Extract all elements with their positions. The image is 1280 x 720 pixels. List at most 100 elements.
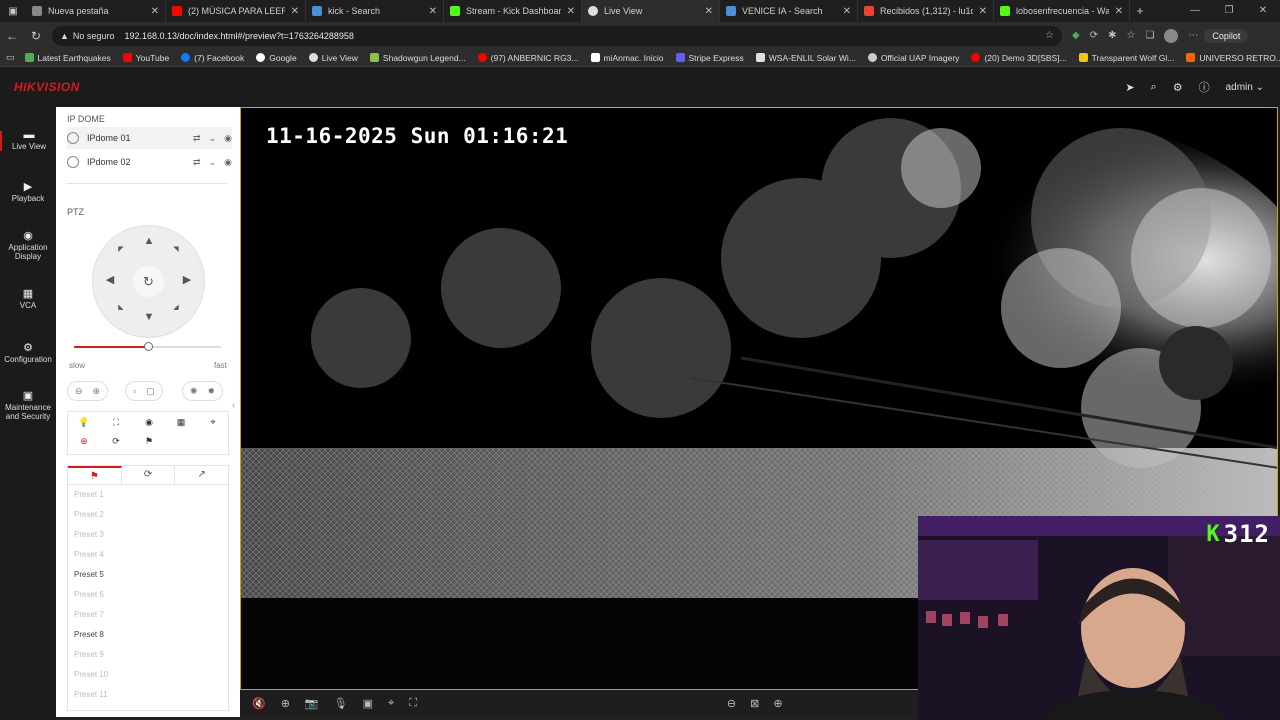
- info-icon[interactable]: ⓘ: [1199, 79, 1210, 95]
- settings-icon[interactable]: ⚙: [1173, 81, 1183, 94]
- browser-tab[interactable]: Nueva pestaña ✕: [26, 0, 166, 22]
- arrow-down-left-icon[interactable]: ◣: [114, 303, 128, 311]
- close-icon[interactable]: ✕: [1115, 6, 1123, 17]
- bookmark[interactable]: Transparent Wolf Gl...: [1078, 53, 1174, 63]
- preset-item[interactable]: Preset 10: [68, 665, 228, 685]
- zoom-in-icon[interactable]: ⊕: [93, 386, 101, 397]
- mute-icon[interactable]: 🔇: [252, 697, 266, 710]
- url-field[interactable]: ▲ No seguro 192.168.0.13/doc/index.html#…: [52, 25, 1062, 46]
- refresh-icon[interactable]: ⟳: [108, 436, 124, 447]
- browser-tab[interactable]: Recibidos (1,312) - lu1dmx ✕: [858, 0, 994, 22]
- snapshot-icon[interactable]: 📷: [305, 697, 319, 710]
- extension-icon[interactable]: ✱: [1108, 30, 1116, 41]
- lens-init-icon[interactable]: ⌖: [205, 417, 221, 428]
- zoom-area-icon[interactable]: ⊕: [76, 436, 92, 447]
- favorite-star-icon[interactable]: ☆: [1045, 30, 1054, 41]
- preset-item[interactable]: Preset 8: [68, 625, 228, 645]
- bookmark[interactable]: Live View: [308, 53, 358, 63]
- digital-zoom-icon[interactable]: ⊕: [281, 697, 290, 710]
- grid-icon[interactable]: ▦: [173, 417, 189, 428]
- previous-icon[interactable]: ⊖: [727, 697, 736, 710]
- shield-extension-icon[interactable]: ◆: [1072, 30, 1080, 41]
- tab-pattern[interactable]: ↗: [175, 466, 228, 484]
- speed-slider[interactable]: [74, 342, 221, 351]
- browser-tab[interactable]: lobosenfrecuencia - Watch ✕: [994, 0, 1130, 22]
- wiper-icon[interactable]: ◉: [141, 417, 157, 428]
- focus-near-icon[interactable]: ▫: [133, 386, 136, 396]
- close-icon[interactable]: ✕: [291, 6, 299, 17]
- record-icon[interactable]: ◉: [224, 157, 232, 168]
- nav-configuration[interactable]: ⚙ Configuration: [0, 343, 56, 365]
- preset-item[interactable]: Preset 6: [68, 585, 228, 605]
- bookmark[interactable]: miAnmac. Inicio: [590, 53, 664, 63]
- browser-tab[interactable]: kick - Search ✕: [306, 0, 444, 22]
- reading-icon[interactable]: ▭: [6, 52, 15, 63]
- bookmark[interactable]: (20) Demo 3D[SBS]...: [971, 53, 1067, 63]
- back-icon[interactable]: ←: [0, 29, 24, 43]
- bookmark[interactable]: Google: [256, 53, 297, 63]
- fullscreen-area-icon[interactable]: ⛶: [409, 697, 417, 710]
- close-icon[interactable]: ✕: [567, 6, 575, 17]
- iris-close-icon[interactable]: ✹: [208, 386, 216, 397]
- nav-playback[interactable]: ▶ Playback: [0, 182, 56, 204]
- arrow-up-right-icon[interactable]: ◥: [169, 245, 183, 253]
- auto-rotate-icon[interactable]: ↻: [133, 266, 164, 297]
- send-icon[interactable]: ➤: [1125, 81, 1134, 94]
- microphone-icon[interactable]: 🎙: [334, 697, 348, 710]
- browser-tab[interactable]: Stream - Kick Dashboard ✕: [444, 0, 582, 22]
- next-icon[interactable]: ⊕: [773, 697, 782, 710]
- nav-live-view[interactable]: ▬ Live View: [0, 130, 56, 151]
- preset-item[interactable]: Preset 3: [68, 525, 228, 545]
- focus-far-icon[interactable]: ▢: [146, 386, 155, 397]
- tab-actions-icon[interactable]: ▣: [0, 6, 26, 17]
- chevron-down-icon[interactable]: ⌄: [209, 133, 217, 144]
- minimize-icon[interactable]: —: [1178, 0, 1212, 22]
- bookmark[interactable]: UNIVERSO RETRO...: [1186, 53, 1280, 63]
- close-icon[interactable]: ✕: [705, 6, 713, 17]
- nav-vca[interactable]: ▦ VCA: [0, 289, 56, 311]
- tab-patrol[interactable]: ⟳: [122, 466, 176, 484]
- bookmark[interactable]: (97) ANBERNIC RG3...: [477, 53, 579, 63]
- stop-icon[interactable]: ⊠: [750, 697, 759, 710]
- bookmark[interactable]: (7) Facebook: [181, 53, 244, 63]
- bookmark[interactable]: WSA-ENLIL Solar Wi...: [755, 53, 856, 63]
- favorites-icon[interactable]: ☆: [1126, 30, 1135, 41]
- profile-avatar[interactable]: [1164, 28, 1179, 43]
- zoom-out-icon[interactable]: ⊖: [75, 386, 83, 397]
- tab-presets[interactable]: ⚑: [68, 466, 122, 484]
- speed-knob[interactable]: [143, 342, 153, 351]
- focus-area-icon[interactable]: ⌖: [388, 697, 394, 710]
- close-icon[interactable]: ✕: [429, 6, 437, 17]
- arrow-down-right-icon[interactable]: ◢: [169, 303, 183, 311]
- browser-tab[interactable]: (2) MÚSICA PARA LEER TER ✕: [166, 0, 306, 22]
- bookmark[interactable]: Latest Earthquakes: [24, 53, 111, 63]
- nav-application-display[interactable]: ◉ Application Display: [0, 231, 56, 262]
- close-icon[interactable]: ✕: [979, 6, 987, 17]
- camera-item[interactable]: IPdome 02 ⇄ ⌄ ◉: [67, 151, 232, 173]
- iris-open-icon[interactable]: ✺: [190, 386, 198, 397]
- arrow-down-icon[interactable]: ▼: [142, 311, 156, 323]
- preset-item[interactable]: Preset 11: [68, 685, 228, 705]
- preset-item[interactable]: Preset 7: [68, 605, 228, 625]
- arrow-up-left-icon[interactable]: ◤: [114, 245, 128, 253]
- refresh-extension-icon[interactable]: ⟳: [1090, 30, 1098, 41]
- arrow-right-icon[interactable]: ▶: [180, 273, 194, 286]
- search-icon[interactable]: ⌕: [1151, 81, 1157, 94]
- browser-tab[interactable]: VENICE IA - Search ✕: [720, 0, 858, 22]
- close-icon[interactable]: ✕: [843, 6, 851, 17]
- antenna-icon[interactable]: ⚑: [141, 436, 157, 447]
- nav-maintenance[interactable]: ▣ Maintenance and Security: [0, 391, 56, 422]
- collapse-panel-icon[interactable]: ‹: [232, 400, 235, 410]
- stream-icon[interactable]: ⇄: [193, 133, 201, 144]
- close-icon[interactable]: ✕: [151, 6, 159, 17]
- browser-tab-active[interactable]: Live View ✕: [582, 0, 720, 22]
- arrow-left-icon[interactable]: ◀: [103, 273, 117, 286]
- close-window-icon[interactable]: ✕: [1246, 0, 1280, 22]
- reload-icon[interactable]: ↻: [24, 29, 48, 43]
- preset-item[interactable]: Preset 1: [68, 485, 228, 505]
- bookmark[interactable]: Official UAP Imagery: [867, 53, 959, 63]
- bookmark[interactable]: Shadowgun Legend...: [369, 53, 466, 63]
- chevron-down-icon[interactable]: ⌄: [209, 157, 217, 168]
- preset-item[interactable]: Preset 4: [68, 545, 228, 565]
- stream-icon[interactable]: ⇄: [193, 157, 201, 168]
